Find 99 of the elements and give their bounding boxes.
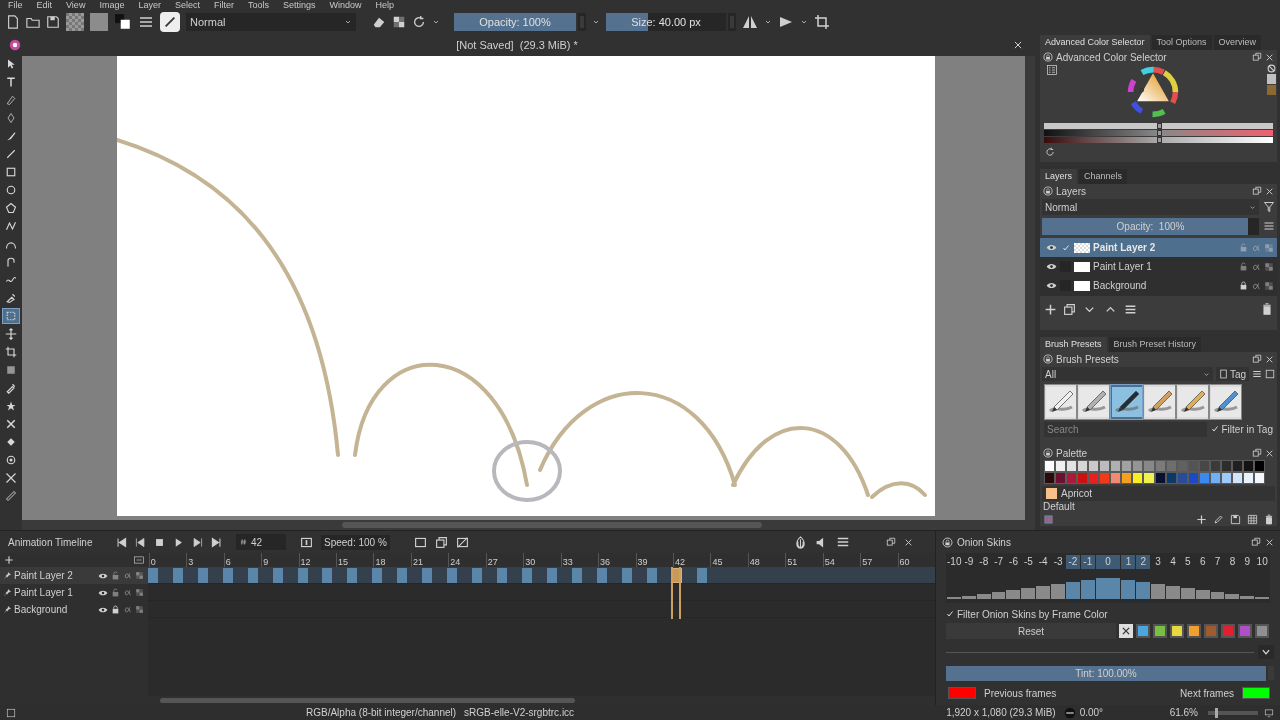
onion-frame-toggle[interactable]: 1 <box>1121 555 1136 569</box>
onion-frame-toggle[interactable]: 3 <box>1151 555 1166 569</box>
frame-number: 9 <box>262 557 269 567</box>
onion-frame-toggle[interactable]: -3 <box>1051 555 1065 569</box>
onion-frame-toggle[interactable]: -5 <box>1021 555 1036 569</box>
frame-number: 30 <box>524 557 536 567</box>
onion-frame-toggle[interactable]: -6 <box>1006 555 1021 569</box>
frame-number: 45 <box>711 557 723 567</box>
rotation-label: 0.00° <box>1079 706 1105 720</box>
layer-name: Paint Layer 1 <box>1093 260 1153 274</box>
color-space-label: RGB/Alpha (8-bit integer/channel) <box>306 706 457 720</box>
frame-number: 36 <box>599 557 611 567</box>
frame-number: 12 <box>299 557 311 567</box>
panel-tab[interactable]: Advanced Color Selector <box>1040 35 1150 50</box>
blend-mode-dropdown[interactable]: Normal <box>1042 199 1259 215</box>
panel-title: Brush Presets <box>1056 352 1120 367</box>
document-title[interactable]: [Not Saved] (29.3 MiB) * <box>21 36 1013 54</box>
frame-number: 0 <box>149 557 156 567</box>
onion-frame-toggle[interactable]: -1 <box>1080 555 1095 569</box>
panel-title: Palette <box>1056 446 1089 461</box>
frame-number: 33 <box>561 557 573 567</box>
frame-number: 3 <box>187 557 194 567</box>
previous-frames-label: Previous frames <box>984 686 1058 701</box>
menu-item[interactable]: Select <box>174 0 200 10</box>
search-field[interactable]: Search <box>1044 421 1208 437</box>
blend-mode-dropdown[interactable]: Normal <box>186 13 356 31</box>
onion-frame-toggle[interactable]: -7 <box>991 555 1006 569</box>
frame-number: 6 <box>224 557 231 567</box>
color-name: Apricot <box>1061 487 1093 501</box>
timeline-layer-row[interactable]: Background <box>0 601 148 618</box>
onion-frame-toggle[interactable]: 4 <box>1166 555 1180 569</box>
filter-dropdown[interactable]: All <box>1042 367 1213 381</box>
panel-tab[interactable]: Channels <box>1079 169 1128 184</box>
tag-button[interactable]: Tag <box>1215 367 1249 381</box>
menu-item[interactable]: Tools <box>247 0 269 10</box>
menu-item[interactable]: File <box>8 0 23 10</box>
layer-name: Paint Layer 1 <box>14 586 74 600</box>
layer-row[interactable]: Paint Layer 1 <box>1040 257 1277 276</box>
layer-name: Background <box>14 603 69 617</box>
frame-number: 48 <box>748 557 760 567</box>
onion-frame-toggle[interactable]: 0 <box>1095 555 1121 569</box>
layer-name: Paint Layer 2 <box>1093 241 1157 255</box>
zoom-label: 61.6% <box>1169 706 1198 720</box>
panel-tab[interactable]: Brush Preset History <box>1108 337 1202 352</box>
reset-button[interactable]: Reset <box>946 623 1116 639</box>
panel-tab[interactable]: Brush Presets <box>1040 337 1107 352</box>
onion-frame-toggle[interactable]: 9 <box>1240 555 1255 569</box>
panel-title: Layers <box>1056 184 1087 199</box>
onion-frame-toggle[interactable]: -9 <box>962 555 976 569</box>
menu-item[interactable]: View <box>66 0 86 10</box>
filter-in-tag-checkbox[interactable]: Filter in Tag <box>1211 421 1273 437</box>
onion-frame-toggle[interactable]: 7 <box>1210 555 1225 569</box>
frame-number: 51 <box>786 557 798 567</box>
onion-frame-toggle[interactable]: 6 <box>1195 555 1210 569</box>
panel-title: Onion Skins <box>957 535 1012 550</box>
layer-name: Paint Layer 2 <box>14 569 74 583</box>
panel-tab[interactable]: Layers <box>1040 169 1077 184</box>
frame-number: 57 <box>861 557 873 567</box>
layer-row[interactable]: Paint Layer 2 <box>1040 238 1277 257</box>
menu-item[interactable]: Settings <box>282 0 316 10</box>
frame-field[interactable]: 42 <box>236 534 286 550</box>
panel-title: Advanced Color Selector <box>1056 50 1168 65</box>
onion-frame-toggle[interactable]: -10 <box>947 555 961 569</box>
timeline-layer-row[interactable]: Paint Layer 2 <box>0 567 148 584</box>
speed-field[interactable]: Speed: 100 % <box>321 534 390 550</box>
onion-frame-toggle[interactable]: -2 <box>1066 555 1080 569</box>
palette-name: Default <box>1042 501 1076 513</box>
onion-frame-toggle[interactable]: 10 <box>1255 555 1270 569</box>
frame-number: 18 <box>374 557 386 567</box>
panel-tab[interactable]: Overview <box>1213 35 1262 50</box>
timeline-layer-row[interactable]: Paint Layer 1 <box>0 584 148 601</box>
frame-number: 27 <box>486 557 498 567</box>
frame-number: 60 <box>898 557 910 567</box>
frame-number: 42 <box>673 557 685 567</box>
panel-title: Animation Timeline <box>8 535 94 550</box>
layer-name: Background <box>1093 279 1148 293</box>
frame-number: 24 <box>449 557 461 567</box>
menu-item[interactable]: Help <box>375 0 394 10</box>
menu-item[interactable]: Filter <box>213 0 234 10</box>
menu-item[interactable]: Edit <box>36 0 53 10</box>
menu-item[interactable]: Layer <box>138 0 161 10</box>
menu-item[interactable]: Image <box>99 0 125 10</box>
next-frames-label: Next frames <box>1180 686 1234 701</box>
menu-item[interactable]: Window <box>329 0 362 10</box>
layer-row[interactable]: Background <box>1040 276 1277 295</box>
onion-frame-toggle[interactable]: 2 <box>1136 555 1151 569</box>
frame-number: 54 <box>823 557 835 567</box>
opacity-slider[interactable]: Opacity: 100% <box>454 13 576 31</box>
filter-checkbox[interactable]: Filter Onion Skins by Frame Color <box>942 606 1274 622</box>
panel-tab[interactable]: Tool Options <box>1151 35 1212 50</box>
frame-number: 15 <box>337 557 348 567</box>
frame-number: 39 <box>636 557 648 567</box>
onion-frame-toggle[interactable]: 8 <box>1225 555 1240 569</box>
onion-frame-toggle[interactable]: -4 <box>1036 555 1051 569</box>
onion-frame-toggle[interactable]: -8 <box>976 555 991 569</box>
frame-number: 21 <box>411 557 423 567</box>
onion-frame-toggle[interactable]: 5 <box>1180 555 1195 569</box>
color-profile-label: sRGB-elle-V2-srgbtrc.icc <box>464 706 575 720</box>
image-size-label: 1,920 x 1,080 (29.3 MiB) <box>946 706 1056 720</box>
